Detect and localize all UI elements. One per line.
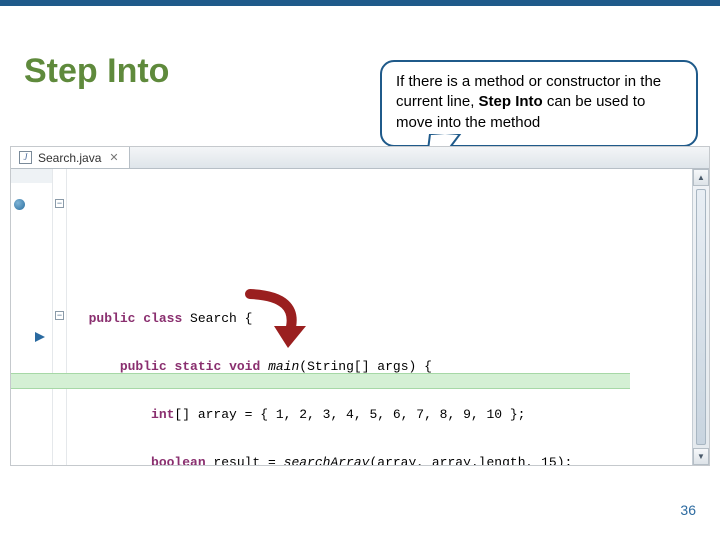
page-number: 36 xyxy=(680,502,696,518)
close-icon[interactable]: ✕ xyxy=(107,151,120,164)
editor-body: − − public class Search { public static … xyxy=(11,169,709,465)
vertical-scrollbar[interactable]: ▲ ▼ xyxy=(692,169,709,465)
instruction-pointer-icon xyxy=(35,329,47,339)
code-line xyxy=(73,263,692,279)
chevron-up-icon: ▲ xyxy=(697,173,705,182)
scroll-down-button[interactable]: ▼ xyxy=(693,448,709,465)
tab-filename: Search.java xyxy=(38,151,101,165)
code-line: int[] array = { 1, 2, 3, 4, 5, 6, 7, 8, … xyxy=(73,407,692,423)
java-file-icon: J xyxy=(19,151,32,164)
step-into-arrow-icon xyxy=(230,286,320,356)
editor-gutter[interactable] xyxy=(11,169,53,465)
code-line: public static void main(String[] args) { xyxy=(73,359,692,375)
code-area[interactable]: public class Search { public static void… xyxy=(67,169,692,465)
slide-title: Step Into xyxy=(24,52,169,91)
scroll-up-button[interactable]: ▲ xyxy=(693,169,709,186)
fold-column[interactable]: − − xyxy=(53,169,67,465)
slide-accent-bar xyxy=(0,0,720,6)
current-line-highlight xyxy=(11,373,630,389)
breakpoint-marker[interactable] xyxy=(14,199,25,210)
callout-bold: Step Into xyxy=(479,93,543,110)
scrollbar-thumb[interactable] xyxy=(696,189,706,445)
fold-toggle-method[interactable]: − xyxy=(55,311,64,320)
fold-toggle-class[interactable]: − xyxy=(55,199,64,208)
gutter-shade xyxy=(11,169,52,183)
editor-tabbar: J Search.java ✕ xyxy=(11,147,709,169)
editor-tab-search[interactable]: J Search.java ✕ xyxy=(11,147,130,168)
code-editor: J Search.java ✕ − − public class Search … xyxy=(10,146,710,466)
code-line: boolean result = searchArray(array, arra… xyxy=(73,455,692,465)
code-line: public class Search { xyxy=(73,311,692,327)
chevron-down-icon: ▼ xyxy=(697,452,705,461)
